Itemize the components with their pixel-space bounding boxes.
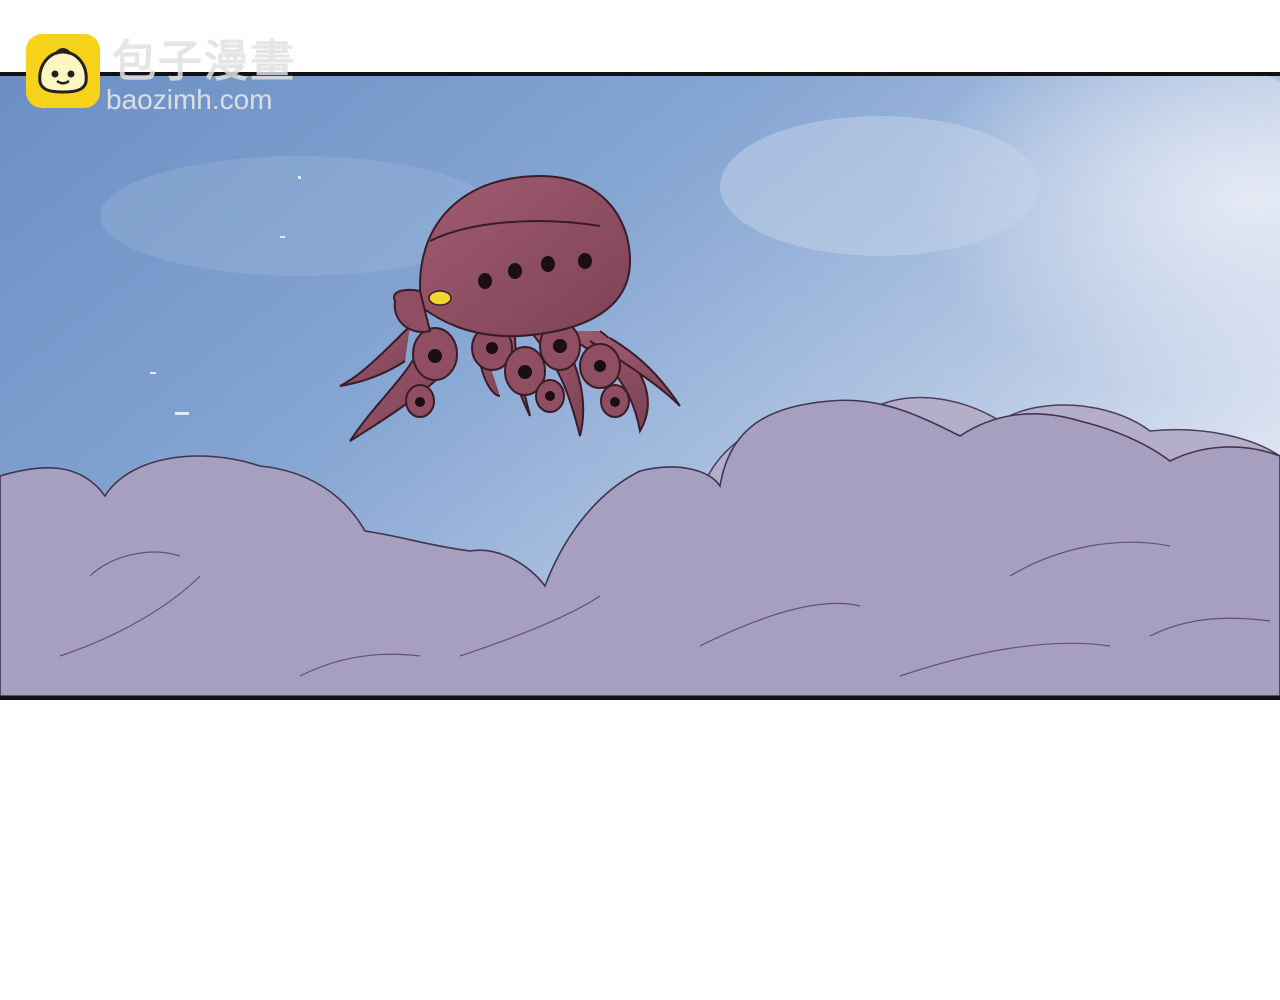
panel-illustration xyxy=(0,76,1280,696)
octopus-eye xyxy=(428,290,452,306)
comic-panel xyxy=(0,72,1280,700)
blank-page-area xyxy=(0,700,1280,1000)
